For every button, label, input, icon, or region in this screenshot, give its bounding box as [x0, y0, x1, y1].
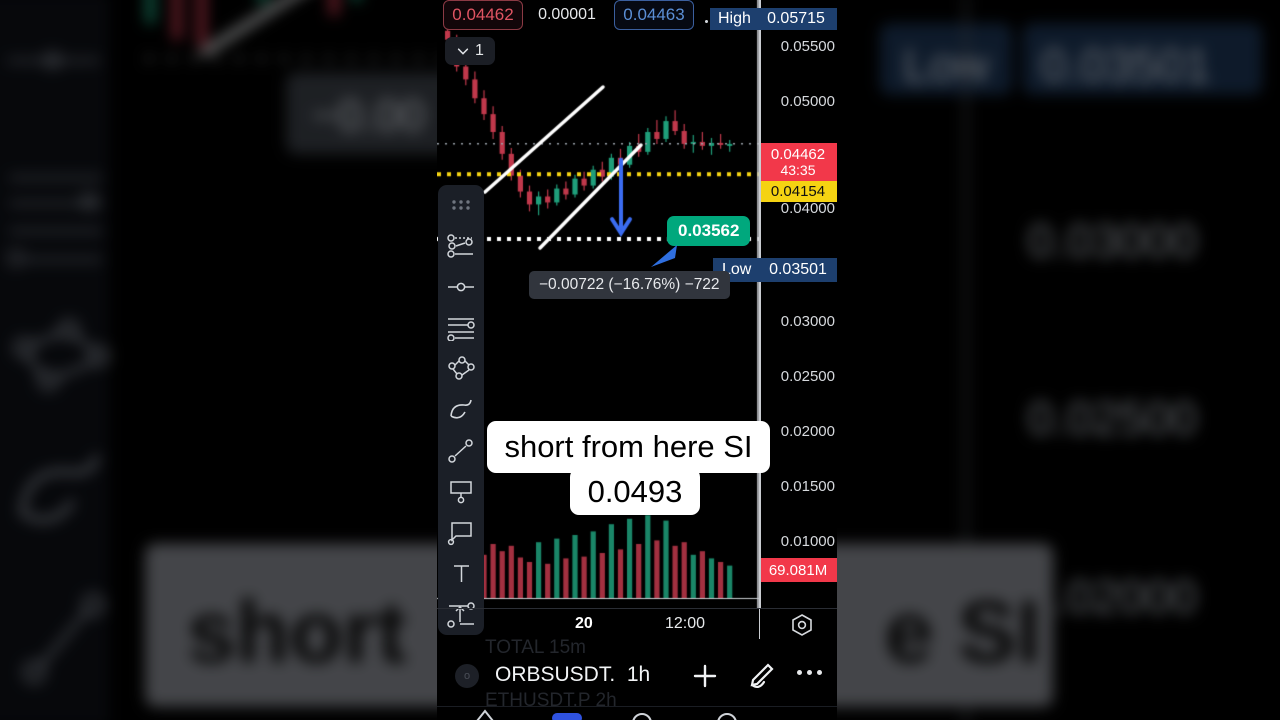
bg-tool-line	[9, 229, 102, 233]
symbol-avatar: o	[455, 664, 479, 688]
time-axis-divider	[759, 609, 761, 639]
price-scale[interactable]: 0.05715 0.05500 0.05000 0.04462 43:35 0.…	[759, 0, 837, 608]
price-tick: 0.01500	[780, 478, 835, 495]
price-tick: 0.01000	[780, 533, 835, 550]
callout-tool-icon[interactable]	[438, 512, 484, 553]
symbol-interval: 1h	[626, 663, 651, 686]
interval-selector[interactable]: 1	[445, 37, 495, 65]
drawing-toolbar[interactable]	[438, 185, 484, 635]
price-tick: 0.05000	[780, 93, 835, 110]
price-tick: 0.05500	[780, 38, 835, 55]
nav-icons	[476, 709, 737, 720]
fib-retracement-icon[interactable]	[438, 308, 484, 349]
plus-icon[interactable]	[690, 661, 720, 696]
gear-hex-icon[interactable]	[789, 613, 815, 642]
time-axis[interactable]: 20 12:00	[437, 608, 837, 639]
bg-tool-line	[7, 59, 100, 63]
high-label-badge: High	[710, 8, 759, 30]
legend-bid-price: 0.04463	[614, 0, 694, 30]
price-tick: 0.04000	[780, 200, 835, 217]
legend-change: 0.00001	[538, 6, 596, 23]
price-tick: 0.02000	[780, 423, 835, 440]
bg-low-label: Low	[903, 38, 990, 92]
bg-caption-text: short	[187, 583, 407, 682]
ellipsis-icon[interactable]	[797, 670, 822, 675]
low-value-badge: 0.03501	[759, 258, 837, 282]
bg-candles	[146, 0, 361, 57]
bg-tool-line	[21, 258, 102, 262]
screen-root: −0.00 Low 0.03501 0.03000 0.02500 0.0200…	[0, 0, 1280, 720]
bg-tool-dot	[81, 192, 98, 210]
bg-tool-line	[9, 176, 102, 180]
bg-low-value: 0.03501	[1040, 38, 1211, 92]
brush-tool-icon[interactable]	[438, 390, 484, 431]
tooltip-pointer-icon	[651, 245, 677, 267]
bottom-nav-bar[interactable]	[437, 706, 837, 720]
bg-measure-value: −0.00	[311, 90, 426, 141]
bg-line-tool-icon	[23, 594, 104, 683]
volume-badge: 69.081M	[759, 558, 837, 582]
watchlist-symbol[interactable]: ORBSUSDT. 1h	[495, 663, 650, 687]
price-tick: 0.02500	[780, 368, 835, 385]
chart-plot-area[interactable]	[437, 0, 759, 608]
drag-handle-icon[interactable]	[438, 185, 484, 226]
price-alert-badge: 0.04154	[759, 181, 837, 202]
bg-price-2500: 0.02500	[1027, 391, 1198, 445]
measurement-tooltip: −0.00722 (−16.76%) −722	[529, 271, 730, 299]
price-scale-divider	[759, 0, 761, 608]
chart-legend: 0.04462 0.00001 0.04463 High 0.05715	[437, 0, 837, 32]
interval-value: 1	[475, 42, 484, 59]
rectangle-tool-icon[interactable]	[438, 471, 484, 512]
caption-line-1: short from here SI	[487, 421, 770, 473]
crosshair-tool-icon[interactable]	[438, 226, 484, 267]
high-value-badge: 0.05715	[757, 8, 835, 30]
price-current-badge: 0.04462	[770, 145, 826, 163]
bg-price-3000: 0.03000	[1027, 214, 1198, 268]
target-price-tooltip: 0.03562	[667, 216, 751, 246]
time-axis-date: 20	[575, 615, 593, 632]
pitchfork-tool-icon[interactable]	[438, 349, 484, 390]
trend-line-tool-icon[interactable]	[438, 267, 484, 308]
pen-icon[interactable]	[745, 661, 775, 696]
caption-line-2: 0.0493	[570, 468, 700, 515]
legend-last-price: 0.04462	[443, 0, 523, 30]
chevron-down-icon	[457, 48, 469, 55]
bg-brush-icon	[19, 455, 100, 522]
text-tool-icon[interactable]	[438, 553, 484, 594]
price-tick: 0.03000	[780, 313, 835, 330]
time-axis-time: 12:00	[665, 615, 706, 632]
arrow-line-tool-icon[interactable]	[438, 430, 484, 471]
phone-chart-frame: 0.05715 0.05500 0.05000 0.04462 43:35 0.…	[437, 0, 837, 720]
price-countdown: 43:35	[780, 161, 816, 178]
bg-caption-text-2: e SI	[884, 583, 1041, 682]
bg-pitchfork-icon	[14, 319, 110, 391]
symbol-text: ORBSUSDT.	[495, 663, 616, 686]
